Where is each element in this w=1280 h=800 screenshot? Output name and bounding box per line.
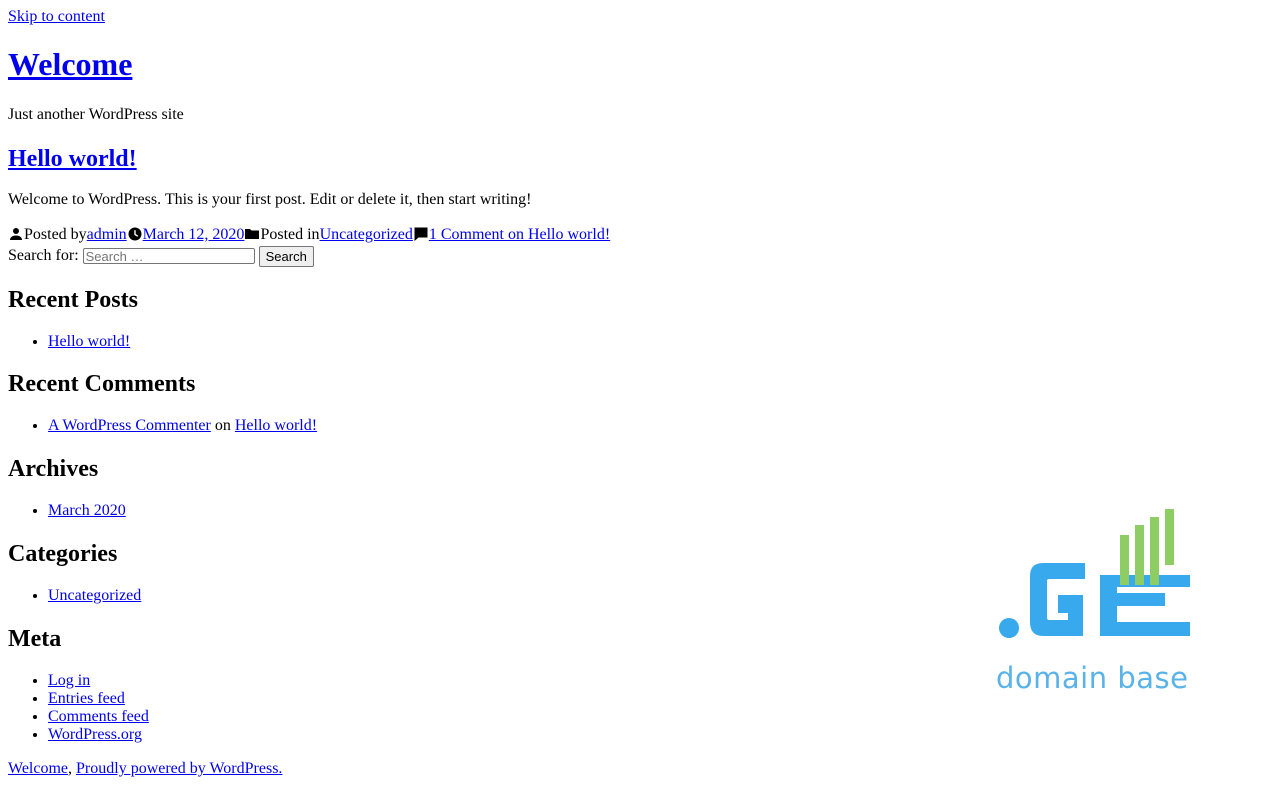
clock-icon	[127, 226, 143, 242]
comments-feed-link[interactable]: Comments feed	[48, 708, 149, 725]
list-item: A WordPress Commenter on Hello world!	[48, 417, 317, 435]
category-widget-link[interactable]: Uncategorized	[48, 587, 141, 604]
list-item: Hello world!	[48, 333, 130, 351]
comment-post-link[interactable]: Hello world!	[235, 417, 317, 434]
search-form: Search for: Search	[8, 245, 314, 267]
categories-title: Categories	[8, 541, 118, 567]
list-item: Comments feed	[48, 708, 149, 726]
site-title-link[interactable]: Welcome	[8, 46, 132, 83]
powered-by-link[interactable]: Proudly powered by WordPress.	[76, 760, 282, 777]
recent-comments-list: A WordPress Commenter on Hello world!	[8, 417, 317, 435]
search-label: Search for:	[8, 247, 79, 264]
recent-posts-list: Hello world!	[8, 333, 130, 351]
post-title-link[interactable]: Hello world!	[8, 145, 137, 173]
recent-posts-title: Recent Posts	[8, 287, 138, 313]
skip-to-content-link[interactable]: Skip to content	[8, 8, 105, 26]
post-meta: Posted by admin March 12, 2020 Posted in…	[8, 224, 610, 244]
login-link[interactable]: Log in	[48, 672, 90, 689]
list-item: Uncategorized	[48, 587, 141, 605]
post-date-link[interactable]: March 12, 2020	[143, 226, 245, 244]
footer-site-link[interactable]: Welcome	[8, 760, 68, 777]
archives-title: Archives	[8, 456, 99, 482]
posted-by-label: Posted by	[24, 226, 87, 243]
archives-list: March 2020	[8, 502, 126, 520]
list-item: March 2020	[48, 502, 126, 520]
post-excerpt: Welcome to WordPress. This is your first…	[8, 191, 532, 208]
list-item: Log in	[48, 672, 149, 690]
search-button[interactable]: Search	[258, 245, 314, 267]
comments-link[interactable]: 1 Comment on Hello world!	[429, 226, 610, 244]
list-item: WordPress.org	[48, 726, 149, 744]
archive-link[interactable]: March 2020	[48, 502, 126, 519]
posted-in-label: Posted in	[260, 226, 320, 243]
category-link[interactable]: Uncategorized	[320, 226, 413, 244]
author-link[interactable]: admin	[87, 226, 127, 244]
person-icon	[8, 226, 24, 242]
comment-connector: on	[214, 417, 231, 434]
categories-list: Uncategorized	[8, 587, 141, 605]
recent-comments-title: Recent Comments	[8, 371, 196, 397]
meta-widget-title: Meta	[8, 626, 62, 652]
recent-post-link[interactable]: Hello world!	[48, 333, 130, 350]
comment-author-link[interactable]: A WordPress Commenter	[48, 417, 211, 434]
site-description: Just another WordPress site	[8, 106, 184, 123]
site-footer: Welcome, Proudly powered by WordPress.	[8, 760, 282, 778]
search-input[interactable]	[82, 248, 255, 264]
logo-text: domain base	[996, 661, 1189, 695]
list-item: Entries feed	[48, 690, 149, 708]
comment-icon	[413, 226, 429, 242]
entries-feed-link[interactable]: Entries feed	[48, 690, 125, 707]
footer-separator: ,	[68, 760, 73, 777]
folder-icon	[244, 226, 260, 242]
wordpress-org-link[interactable]: WordPress.org	[48, 726, 142, 743]
meta-links-list: Log in Entries feed Comments feed WordPr…	[8, 672, 149, 744]
